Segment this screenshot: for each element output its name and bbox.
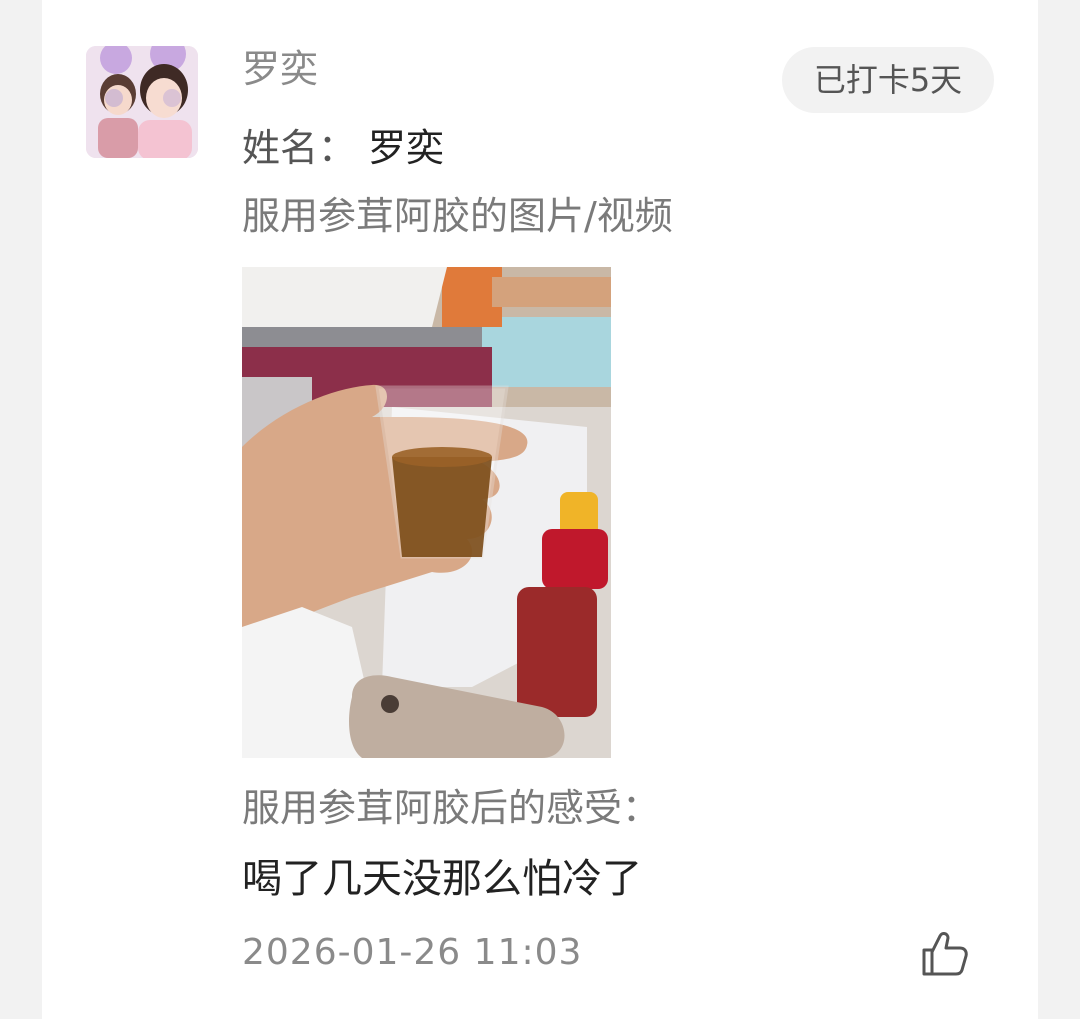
- feeling-answer: 喝了几天没那么怕冷了: [242, 856, 642, 902]
- user-avatar[interactable]: [86, 46, 198, 158]
- name-value: 罗奕: [368, 126, 445, 170]
- checkin-photo[interactable]: [242, 267, 611, 758]
- name-label: 姓名：: [242, 126, 357, 170]
- feeling-question-label: 服用参茸阿胶后的感受：: [242, 786, 661, 830]
- media-question-label: 服用参茸阿胶的图片/视频: [242, 194, 673, 238]
- thumbs-up-icon[interactable]: [918, 930, 970, 978]
- checkin-days-badge: 已打卡5天: [782, 47, 994, 113]
- post-timestamp: 2026-01-26 11:03: [242, 932, 583, 973]
- name-field: 姓名： 罗奕: [242, 123, 444, 173]
- username[interactable]: 罗奕: [242, 44, 318, 94]
